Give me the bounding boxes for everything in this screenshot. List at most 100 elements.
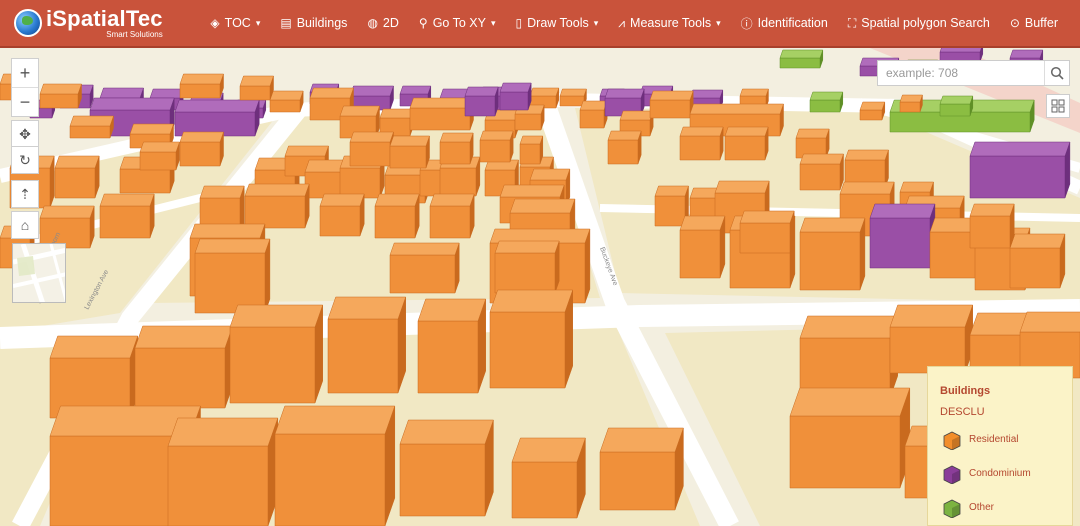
map-view[interactable]: Lexington AveBuckeye AveOtsego StBarton … (0, 48, 1080, 526)
residential-building[interactable] (439, 132, 474, 165)
residential-building[interactable] (409, 97, 474, 131)
building-roof (99, 87, 144, 99)
residential-building[interactable] (194, 238, 271, 314)
residential-building[interactable] (479, 130, 514, 163)
condominium-building[interactable] (174, 99, 260, 137)
building-front (54, 167, 96, 199)
search-input[interactable] (878, 61, 1044, 85)
legend-panel: Buildings DESCLU Residential Condominium O… (927, 366, 1073, 526)
residential-building[interactable] (795, 128, 830, 159)
building-roof (689, 103, 784, 115)
nav-measure-tools[interactable]: ⩘ Measure Tools ▾ (608, 0, 730, 47)
building-front (607, 139, 639, 165)
other-building[interactable] (939, 95, 974, 117)
basemap-gallery-button[interactable] (1046, 94, 1070, 118)
building-roof (799, 153, 844, 165)
residential-building[interactable] (494, 240, 560, 294)
condominium-building[interactable] (969, 141, 1071, 199)
residential-building[interactable] (429, 193, 475, 239)
residential-building[interactable] (799, 217, 866, 291)
residential-building[interactable] (319, 193, 365, 237)
nav-label: Identification (757, 16, 828, 30)
residential-building[interactable] (389, 242, 460, 294)
zoom-out-button[interactable]: − (12, 87, 38, 116)
nav-2d[interactable]: ◍ 2D (357, 0, 408, 47)
pan-button[interactable]: ✥ (11, 120, 39, 148)
building-front (511, 461, 578, 519)
nav-buffer[interactable]: ⊙ Buffer (1000, 0, 1068, 47)
building-front (799, 231, 861, 291)
residential-building[interactable] (417, 298, 487, 394)
map-pin-icon: ⚲ (418, 16, 428, 30)
other-building[interactable] (809, 91, 844, 113)
building-roof (429, 193, 475, 207)
residential-building[interactable] (349, 131, 394, 167)
residential-building[interactable] (679, 215, 726, 279)
building-front (654, 195, 686, 227)
condominium-building[interactable] (464, 86, 499, 117)
residential-building[interactable] (579, 100, 608, 129)
condominium-building[interactable] (499, 82, 532, 111)
residential-building[interactable] (167, 417, 279, 526)
building-front (649, 99, 691, 119)
nav-go-to-xy[interactable]: ⚲ Go To XY ▾ (409, 0, 506, 47)
residential-building[interactable] (889, 304, 974, 374)
residential-building[interactable] (179, 131, 224, 167)
compass-button[interactable]: ⇡ (11, 180, 39, 208)
nav-buildings[interactable]: ▤ Buildings (270, 0, 357, 47)
residential-building[interactable] (269, 90, 304, 113)
residential-building[interactable] (649, 90, 694, 119)
residential-building[interactable] (607, 130, 642, 165)
residential-building[interactable] (54, 155, 100, 199)
residential-building[interactable] (489, 289, 574, 389)
nav-draw-tools[interactable]: ▯ Draw Tools ▾ (506, 0, 609, 47)
search-button[interactable] (1044, 61, 1069, 85)
residential-building[interactable] (739, 210, 795, 254)
building-roof (139, 141, 180, 153)
residential-building[interactable] (599, 427, 684, 511)
rotate-button[interactable]: ↻ (11, 146, 39, 174)
residential-building[interactable] (229, 304, 324, 404)
residential-building[interactable] (399, 419, 494, 517)
condominium-building[interactable] (869, 203, 936, 269)
home-button[interactable]: ⌂ (11, 211, 39, 239)
residential-building[interactable] (389, 135, 430, 169)
residential-building[interactable] (274, 405, 396, 526)
residential-building[interactable] (69, 115, 114, 139)
brand-logo[interactable]: iSpatialTec Smart Solutions (14, 0, 163, 47)
residential-building[interactable] (969, 203, 1015, 249)
other-building[interactable] (779, 49, 824, 69)
residential-building[interactable] (799, 153, 844, 191)
residential-building[interactable] (859, 101, 886, 121)
residential-building[interactable] (679, 126, 724, 161)
zoom-control: + − (11, 58, 39, 117)
residential-building[interactable] (99, 193, 155, 239)
scene-3d[interactable]: Lexington AveBuckeye AveOtsego StBarton … (0, 48, 1080, 526)
nav-spatial-polygon-search[interactable]: ⛶ Spatial polygon Search (838, 0, 1000, 47)
nav-identification[interactable]: ⓘ Identification (731, 0, 838, 47)
building-roof (511, 437, 586, 463)
residential-building[interactable] (179, 73, 224, 99)
residential-building[interactable] (511, 437, 586, 519)
residential-building[interactable] (519, 135, 544, 165)
residential-building[interactable] (799, 315, 899, 399)
residential-building[interactable] (374, 193, 420, 239)
building-front (389, 145, 427, 169)
residential-building[interactable] (327, 296, 407, 394)
nav-toc[interactable]: ◈ TOC ▾ (200, 0, 270, 47)
residential-building[interactable] (134, 325, 234, 409)
residential-building[interactable] (39, 205, 95, 249)
building-roof (69, 115, 114, 127)
overview-map[interactable] (12, 243, 66, 303)
building-roof (179, 73, 224, 85)
residential-building[interactable] (1009, 233, 1066, 289)
residential-building[interactable] (39, 83, 82, 109)
residential-building[interactable] (724, 126, 769, 161)
zoom-in-button[interactable]: + (12, 59, 38, 87)
residential-building[interactable] (244, 183, 310, 229)
residential-building[interactable] (899, 94, 923, 113)
residential-building[interactable] (239, 75, 274, 101)
residential-building[interactable] (49, 335, 139, 419)
residential-building[interactable] (789, 387, 911, 489)
residential-building[interactable] (139, 141, 180, 171)
